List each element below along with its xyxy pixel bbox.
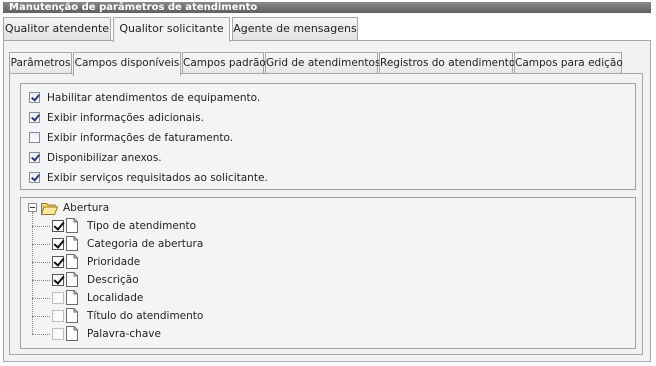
checkbox[interactable] [29,92,40,103]
checkbox[interactable] [29,112,40,123]
subtab-grid-de-atendimentos[interactable]: Grid de atendimentos [265,52,380,74]
tree-node-label: Categoria de abertura [87,238,204,250]
tree-node-label: Título do atendimento [87,310,204,322]
tree-checkbox[interactable] [52,256,64,268]
tree-root-label[interactable]: Abertura [63,201,109,215]
subtab-campos-disponiveis[interactable]: Campos disponíveis [73,52,181,76]
tree-checkbox[interactable] [52,292,64,304]
option-label: Exibir serviços requisitados ao solicita… [47,172,268,184]
tree-node-label: Localidade [87,292,144,304]
subtab-campos-para-edicao[interactable]: Campos para edição [514,52,623,74]
tree-connector [32,298,50,299]
tree-node-label: Tipo de atendimento [87,220,197,232]
minus-icon[interactable] [28,203,37,212]
subtab-campos-padrao[interactable]: Campos padrão [182,52,266,74]
document-icon [66,254,78,269]
tree-node-label: Prioridade [87,256,141,268]
tree-connector [32,226,50,227]
tab-qualitor-atendente[interactable]: Qualitor atendente [3,17,111,40]
tree-connector [32,244,50,245]
document-icon [66,236,78,251]
folder-open-icon [41,203,58,215]
options-group: Habilitar atendimentos de equipamento. E… [20,83,636,190]
window-title: Manutenção de parâmetros de atendimento [3,2,651,13]
tree-checkbox[interactable] [52,274,64,286]
document-icon [66,218,78,233]
tree-checkbox[interactable] [52,220,64,232]
checkbox[interactable] [29,152,40,163]
checkbox[interactable] [29,132,40,143]
tree-connector [32,280,50,281]
option-label: Habilitar atendimentos de equipamento. [47,92,261,104]
checkbox[interactable] [29,172,40,183]
option-label: Disponibilizar anexos. [47,152,162,164]
tree-checkbox[interactable] [52,310,64,322]
tree-checkbox[interactable] [52,328,64,340]
option-label: Exibir informações adicionais. [47,112,204,124]
document-icon [66,308,78,323]
tree-connector [32,316,50,317]
document-icon [66,290,78,305]
document-icon [66,272,78,287]
tab-agente-de-mensagens[interactable]: Agente de mensagens [232,17,358,40]
tree-checkbox[interactable] [52,238,64,250]
option-label: Exibir informações de faturamento. [47,132,234,144]
tree-node-label: Descrição [87,274,139,286]
tab-qualitor-solicitante[interactable]: Qualitor solicitante [113,17,230,42]
tree-connector [32,334,50,335]
document-icon [66,326,78,341]
tree-node-label: Palavra-chave [87,328,161,340]
subtab-parametros[interactable]: Parâmetros [9,52,72,74]
subtab-registros-do-atendimento[interactable]: Registros do atendimento [379,52,515,74]
fields-tree: Abertura Tipo de atendimento Categoria de… [20,197,636,349]
tree-connector [32,262,50,263]
